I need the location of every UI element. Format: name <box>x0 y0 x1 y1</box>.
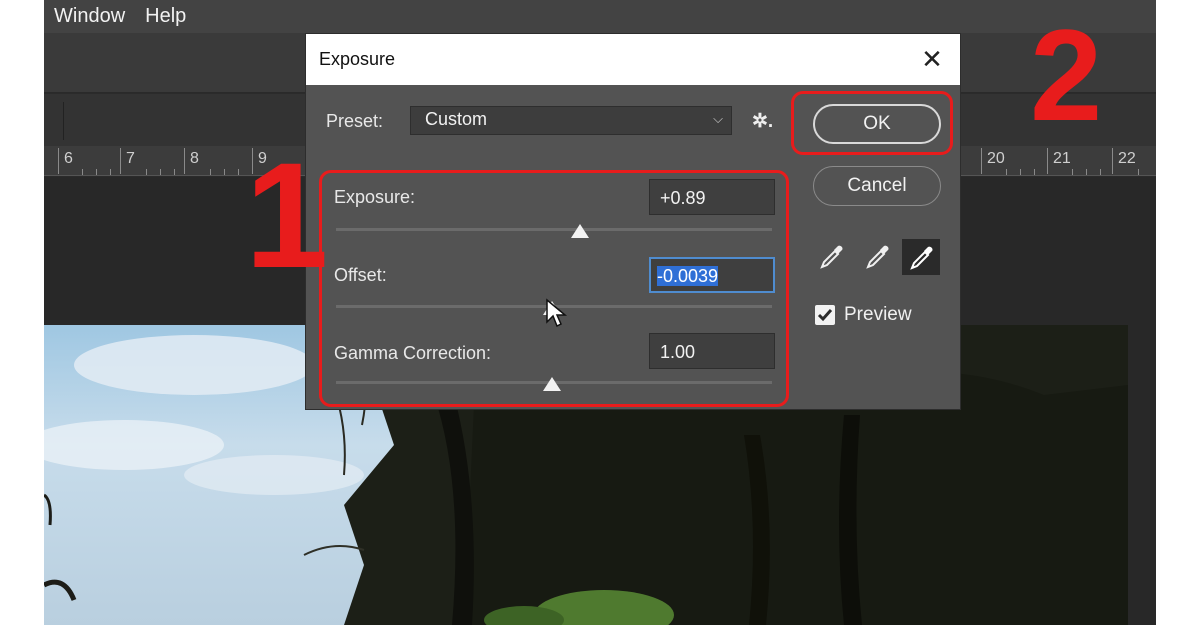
gear-icon[interactable]: ✲. <box>752 110 778 132</box>
annotation-box-sliders <box>319 170 789 407</box>
document-tab[interactable] <box>44 102 64 140</box>
preset-dropdown[interactable]: Custom ⌵ <box>410 106 732 135</box>
ruler-tick: 8 <box>184 148 199 174</box>
chevron-down-icon: ⌵ <box>713 111 723 126</box>
ruler-tick: 21 <box>1047 148 1071 174</box>
cancel-button[interactable]: Cancel <box>813 166 941 206</box>
eyedropper-white-icon[interactable] <box>902 239 940 275</box>
ruler-tick: 22 <box>1112 148 1136 174</box>
annotation-box-ok <box>791 91 953 155</box>
preset-value: Custom <box>425 109 488 129</box>
menu-bar: Window Help <box>44 0 1156 33</box>
preview-checkbox[interactable] <box>815 305 835 325</box>
eyedropper-black-icon[interactable] <box>815 241 847 273</box>
close-icon[interactable]: ✕ <box>918 45 946 73</box>
annotation-step-2: 2 <box>1030 2 1103 148</box>
ruler-tick: 20 <box>981 148 1005 174</box>
checkbox-checked-icon <box>817 309 833 322</box>
preset-label: Preset: <box>326 111 384 131</box>
annotation-step-1: 1 <box>245 131 329 299</box>
ruler-tick: 6 <box>58 148 73 174</box>
ruler-tick: 7 <box>120 148 135 174</box>
dialog-titlebar: Exposure ✕ <box>306 34 960 85</box>
menu-window[interactable]: Window <box>54 5 125 28</box>
eyedropper-gray-icon[interactable] <box>861 241 893 273</box>
dialog-title: Exposure <box>319 49 396 69</box>
preview-label: Preview <box>844 304 912 325</box>
menu-help[interactable]: Help <box>145 5 186 28</box>
